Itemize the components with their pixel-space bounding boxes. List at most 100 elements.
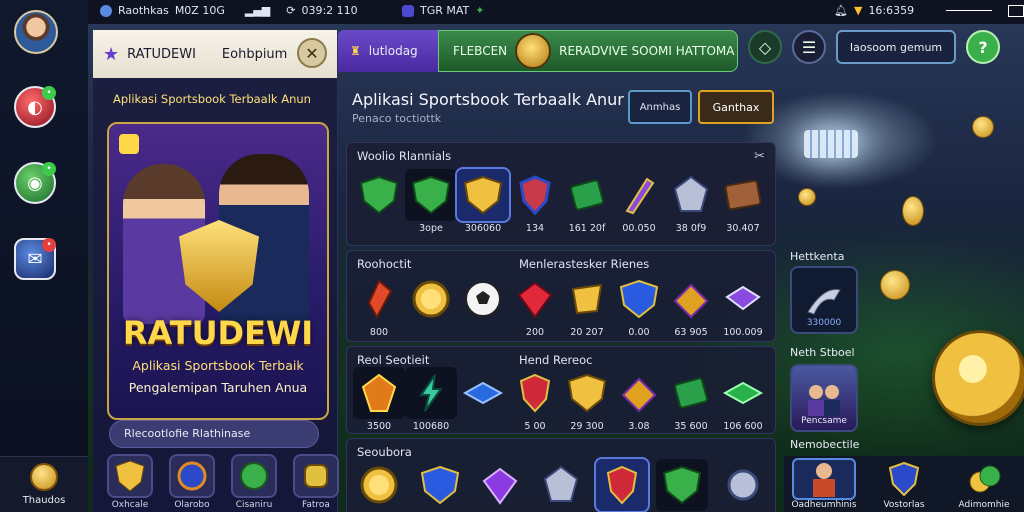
item-cell[interactable]: 200 [509,273,561,339]
item-cell[interactable]: Deait [656,459,709,512]
item-cell[interactable] [353,169,405,235]
search-game-button[interactable]: Iaosoom gemum [836,30,956,64]
help-button[interactable]: ? [966,30,1000,64]
item-cell[interactable] [353,459,405,512]
item-cell[interactable]: 29 300 [561,367,613,433]
purple-gem-icon [474,459,526,511]
item-value: 100.009 [723,327,763,338]
nav-item[interactable]: Adimomhie [950,458,1018,510]
side-card-1[interactable]: 330000 [790,266,858,334]
item-value: 161 20f [568,223,606,234]
item-cell[interactable]: 38 0f9 [665,169,717,235]
items-panel-3: Reol Seotieit Hend Rereoc 3500 100680 5 00… [346,346,776,434]
item-cell[interactable]: 0.00 [613,273,665,339]
item-cell[interactable]: 3.08 [613,367,665,433]
gold-wing-icon [613,367,665,419]
status-left: Raothkas M0Z 10G ▂▄▆ ⟳ 039:2 110 [100,4,358,17]
item-cell[interactable] [474,459,526,512]
mail-icon: ✉ [27,248,43,270]
purple-blade-icon [613,169,665,221]
hero-banner[interactable]: RATUDEWI Aplikasi Sportsbook Terbaik Pen… [107,122,329,420]
red-gem-icon [509,273,561,325]
promo-search-field[interactable]: Rlecootlofie Rlathinase [109,420,319,448]
item-cell[interactable]: Cone [717,459,769,512]
gold-shield-icon [561,367,613,419]
green-shield-icon [656,459,709,511]
rail-button-mail[interactable]: ✉ • [14,238,56,280]
item-cell[interactable]: 20 207 [561,273,613,339]
player-icon [792,458,856,500]
item-cell[interactable]: 3ope [405,169,457,235]
avatar[interactable] [14,10,58,54]
tab-label: FLEBCEN [453,44,508,58]
tab-tournament[interactable]: FLEBCEN RERADVIVE SOOMI HATTOMA [438,30,738,72]
item-cell[interactable] [457,367,509,433]
gold-wing-icon [665,273,717,325]
item-cell[interactable] [457,273,509,339]
items-panel-2: Roohoctit Menlerastesker Rienes 800 200 20… [346,250,776,342]
items-panel-1: Woolio Rlannials ✂ 3ope 306060 134 161 20f 0… [346,142,776,246]
list-icon: ☰ [801,37,817,57]
item-cell[interactable]: 5 00 [509,367,561,433]
item-cell[interactable]: 100.009 [717,273,769,339]
item-cell[interactable]: 35 600 [665,367,717,433]
item-cell[interactable]: 134 [509,169,561,235]
item-cell[interactable]: 63 905 [665,273,717,339]
controller-icon: ◐ [27,96,43,118]
item-cell[interactable]: 30.407 [717,169,769,235]
nav-item[interactable]: Vostorlas [870,458,938,510]
promo-icon-item[interactable]: Oxhcale [107,454,153,510]
brand-line-1: Aplikasi Sportsbook Terbaik [132,358,304,373]
item-row: 800 200 20 207 0.00 63 905 100.009 [353,273,769,339]
item-value: 106 600 [723,421,763,432]
item-cell[interactable]: 3500 [353,367,405,433]
promo-icon-item[interactable]: Cisaniru [231,454,277,510]
gold-coin-icon [405,273,457,325]
promo-icon-row: Oxhcale Olarobo Cisaniru Fatroa [107,454,339,510]
silver-gem-icon [665,169,717,221]
side-card-2[interactable]: Pencsame [790,364,858,432]
item-value: 134 [525,223,545,234]
item-cell[interactable]: 800 [353,273,405,339]
up-arrow-icon: ✦ [475,4,485,17]
close-icon: ✕ [305,43,319,63]
top-actions: ◇ ☰ Iaosoom gemum ? [748,30,1000,64]
coin-icon [798,188,816,206]
item-cell[interactable]: Auena [593,457,650,512]
close-button[interactable]: ✕ [297,38,327,68]
status-carrier: Raothkas [118,4,169,17]
rail-bottom-item[interactable]: Thaudos [0,456,88,512]
gem-button[interactable]: ◇ [748,30,782,64]
panel-title-2: Hend Rereoc [519,353,593,367]
item-value: 30.407 [726,223,760,234]
shield-icon [872,458,936,500]
silver-badge-icon [717,459,769,511]
coin-icon [972,116,994,138]
promo-icon-item[interactable]: Fatroa [293,454,339,510]
item-cell[interactable]: Sanvie [535,459,587,512]
coins-icon [952,458,1016,500]
horn-icon [807,288,841,315]
side-card-value: 330000 [806,318,842,328]
secondary-button[interactable]: Anmhas [628,90,692,124]
rail-button-chat[interactable]: ◉ • [14,162,56,204]
nav-item[interactable]: Oadheumhinis [790,458,858,510]
item-cell[interactable]: Seume [414,459,466,512]
primary-button[interactable]: Ganthax [698,90,774,124]
item-cell[interactable] [405,273,457,339]
item-cell[interactable]: 306060 [455,167,511,235]
rail-button-games[interactable]: ◐ • [14,86,56,128]
brand-logo: RATUDEWI [122,314,314,352]
tab-lutlodag[interactable]: ♜ lutlodag [338,30,438,72]
menu-button[interactable]: ☰ [792,30,826,64]
item-cell[interactable]: 106 600 [717,367,769,433]
item-value: 00.050 [622,223,656,234]
badge-icon [169,454,215,498]
item-cell[interactable]: 161 20f [561,169,613,235]
item-cell[interactable]: 100680 [405,367,457,433]
promo-icon-item[interactable]: Olarobo [169,454,215,510]
item-value: 38 0f9 [675,223,707,234]
item-cell[interactable]: 00.050 [613,169,665,235]
tools-icon[interactable]: ✂ [754,149,765,164]
stadium-light [804,130,858,158]
